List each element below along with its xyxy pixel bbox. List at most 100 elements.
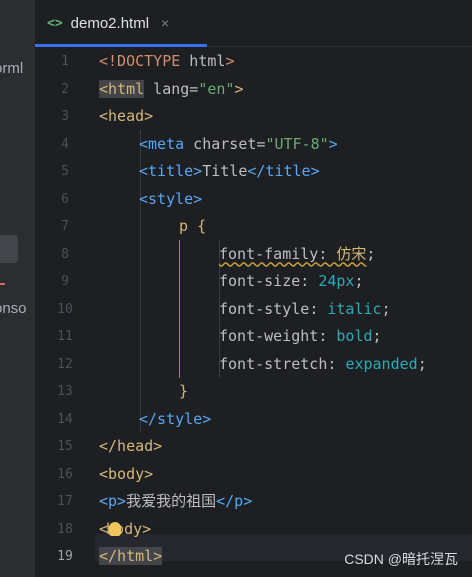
line-number: 5 — [61, 164, 69, 179]
line-number: 14 — [57, 411, 73, 427]
code-token: ; — [417, 354, 427, 373]
code-line-7[interactable]: p { — [179, 213, 206, 240]
title-open-tag: <title> — [139, 162, 203, 180]
panel-selected-item[interactable] — [0, 235, 18, 263]
editor-tab-bar: <> demo2.html × — [35, 0, 472, 47]
attr-value: "en" — [198, 79, 235, 98]
title-close-tag: </title> — [247, 162, 320, 180]
line-number: 18 — [57, 521, 73, 537]
css-property: font-family — [219, 244, 319, 263]
css-value: 仿宋 — [336, 244, 367, 263]
code-line-4[interactable]: <meta charset="UTF-8"> — [139, 131, 338, 158]
panel-text-fragment: orml — [0, 60, 24, 77]
tab-demo2-html[interactable]: <> demo2.html × — [47, 10, 169, 36]
code-token: html — [180, 52, 226, 70]
line-number: 8 — [61, 246, 69, 262]
code-line-5[interactable]: <title>Title</title> — [139, 158, 320, 185]
css-value: expanded — [345, 354, 418, 373]
code-token: : — [318, 244, 337, 263]
code-line-9[interactable]: font-size: 24px; — [219, 268, 364, 295]
html-file-icon: <> — [47, 15, 63, 31]
code-line-14[interactable]: </style> — [139, 406, 211, 433]
code-line-3[interactable]: <head> — [99, 103, 153, 130]
css-property: font-size — [219, 272, 301, 290]
code-line-19[interactable]: </html> — [99, 543, 163, 570]
html-open-tag: <html — [99, 79, 145, 98]
code-line-15[interactable]: </head> — [99, 433, 162, 460]
panel-error-marker — [0, 283, 5, 285]
code-token: > — [225, 52, 235, 70]
code-line-6[interactable]: <style> — [139, 186, 202, 213]
meta-tag: <meta — [139, 134, 185, 153]
lightbulb-icon[interactable] — [109, 522, 121, 536]
line-number-current: 19 — [57, 549, 73, 564]
doctype-keyword: <!DOCTYPE — [99, 52, 181, 70]
watermark: CSDN @暗托涅瓦 — [344, 551, 458, 567]
line-number: 10 — [57, 301, 73, 317]
code-line-1[interactable]: <!DOCTYPE html> — [99, 48, 234, 75]
close-brace: } — [179, 382, 189, 400]
open-brace: { — [197, 217, 207, 235]
line-number: 1 — [61, 54, 69, 69]
attr-value: "UTF-8" — [265, 134, 329, 153]
p-open-tag: <p> — [99, 492, 127, 510]
line-number: 16 — [57, 466, 73, 482]
close-icon[interactable]: × — [161, 15, 169, 31]
css-selector: p — [179, 217, 198, 235]
css-property: font-stretch — [219, 354, 328, 373]
line-number: 7 — [61, 219, 69, 234]
code-token: ; — [366, 244, 376, 263]
head-open-tag: <head> — [99, 107, 154, 125]
code-line-16[interactable]: <body> — [99, 461, 153, 488]
code-line-11[interactable]: font-weight: bold; — [219, 323, 382, 350]
code-line-2[interactable]: <html lang="en"> — [99, 76, 244, 103]
code-token: > — [328, 134, 338, 153]
body-open-tag: <body> — [99, 464, 154, 483]
line-number: 4 — [61, 136, 69, 152]
p-close-tag: </p> — [216, 492, 253, 510]
html-close-tag: </html> — [99, 547, 163, 565]
line-number: 9 — [61, 274, 69, 289]
style-open-tag: <style> — [139, 189, 203, 208]
console-tab-fragment[interactable]: onso — [0, 300, 27, 317]
code-editor[interactable]: <!DOCTYPE html> <html lang="en"> <head> … — [95, 48, 472, 577]
code-token: > — [234, 79, 244, 98]
attr-name: charset= — [184, 134, 266, 153]
css-value: 24px — [318, 272, 355, 290]
title-text: Title — [202, 162, 248, 180]
code-line-17[interactable]: <p>我爱我的祖国</p> — [99, 488, 252, 515]
line-number: 15 — [57, 439, 73, 454]
line-number: 12 — [57, 356, 73, 372]
css-value: italic — [327, 299, 382, 318]
style-close-tag: </style> — [139, 409, 212, 428]
line-number-gutter[interactable]: 1 2 3 4 5 6 7 8 9 10 11 12 13 14 15 16 1… — [35, 48, 95, 577]
css-value: bold — [336, 327, 373, 345]
code-token: ; — [354, 272, 364, 290]
line-number: 11 — [57, 329, 73, 344]
css-property: font-weight — [219, 327, 319, 345]
css-property: font-style — [219, 299, 310, 318]
head-close-tag: </head> — [99, 437, 163, 455]
paragraph-text: 我爱我的祖国 — [126, 492, 217, 510]
line-number: 13 — [57, 384, 73, 399]
line-number: 3 — [61, 109, 69, 124]
project-panel-edge: orml onso — [0, 0, 35, 577]
code-token: ; — [381, 299, 391, 318]
bracket-scope-guide — [179, 240, 180, 378]
code-line-18[interactable]: <body> — [99, 516, 151, 543]
code-line-10[interactable]: font-style: italic; — [219, 296, 391, 323]
code-line-8[interactable]: font-family: 仿宋; — [219, 241, 375, 268]
code-token: : — [309, 299, 328, 318]
code-token: : — [300, 272, 319, 290]
attr-name: lang= — [144, 79, 199, 98]
code-line-13[interactable]: } — [179, 378, 188, 405]
code-token: : — [318, 327, 337, 345]
tab-label: demo2.html — [70, 14, 150, 32]
active-tab-indicator — [35, 44, 207, 47]
line-number: 17 — [57, 494, 73, 509]
code-line-12[interactable]: font-stretch: expanded; — [219, 351, 427, 378]
code-token: : — [327, 354, 346, 373]
code-token: ; — [372, 327, 382, 345]
line-number: 6 — [61, 191, 69, 207]
line-number: 2 — [61, 81, 69, 97]
